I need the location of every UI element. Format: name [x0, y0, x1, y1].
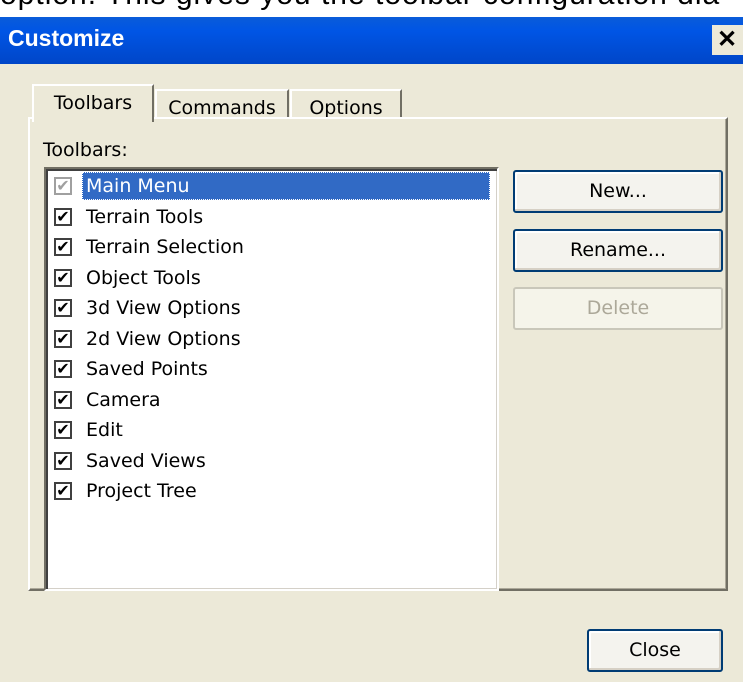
checkbox[interactable]: ✔ — [54, 208, 72, 226]
list-item-label: Project Tree — [86, 480, 197, 502]
list-item-label: Object Tools — [86, 267, 201, 289]
checkbox[interactable]: ✔ — [54, 299, 72, 317]
rename-button[interactable]: Rename... — [513, 229, 723, 272]
title-bar[interactable]: Customize ✕ — [0, 17, 743, 64]
checkbox[interactable]: ✔ — [54, 482, 72, 500]
list-item-label: Saved Views — [86, 450, 206, 472]
list-item[interactable]: ✔ Main Menu — [54, 171, 494, 201]
list-item[interactable]: ✔ Saved Points — [54, 354, 494, 384]
checkbox[interactable]: ✔ — [54, 360, 72, 378]
list-item[interactable]: ✔ Terrain Tools — [54, 202, 494, 232]
list-item-label: Camera — [86, 389, 161, 411]
checkbox[interactable]: ✔ — [54, 269, 72, 287]
list-item[interactable]: ✔ Edit — [54, 415, 494, 445]
checkbox[interactable]: ✔ — [54, 452, 72, 470]
list-item-label: Terrain Selection — [86, 236, 244, 258]
list-item-label: Edit — [86, 419, 123, 441]
checkbox[interactable]: ✔ — [54, 330, 72, 348]
close-icon[interactable]: ✕ — [712, 25, 743, 55]
list-item-label: 2d View Options — [86, 328, 241, 350]
list-item[interactable]: ✔ 2d View Options — [54, 324, 494, 354]
list-item[interactable]: ✔ Terrain Selection — [54, 232, 494, 262]
checkbox[interactable]: ✔ — [54, 238, 72, 256]
list-item[interactable]: ✔ Camera — [54, 385, 494, 415]
list-item[interactable]: ✔ Saved Views — [54, 446, 494, 476]
close-button[interactable]: Close — [587, 629, 723, 672]
checkbox[interactable]: ✔ — [54, 391, 72, 409]
list-item-label: Main Menu — [82, 172, 490, 200]
list-item-label: 3d View Options — [86, 297, 241, 319]
checkbox[interactable]: ✔ — [54, 421, 72, 439]
checkbox: ✔ — [54, 177, 72, 195]
list-item-label: Terrain Tools — [86, 206, 204, 228]
tab-toolbars[interactable]: Toolbars — [32, 84, 154, 122]
toolbars-list[interactable]: ✔ Main Menu ✔ Terrain Tools ✔ Terrain Se… — [44, 167, 499, 591]
list-item[interactable]: ✔ Project Tree — [54, 476, 494, 506]
toolbars-list-label: Toolbars: — [43, 139, 128, 161]
background-caption: option. This gives you the toolbar confi… — [0, 0, 743, 18]
list-item[interactable]: ✔ Object Tools — [54, 263, 494, 293]
dialog-title: Customize — [8, 25, 125, 51]
list-item-label: Saved Points — [86, 358, 208, 380]
new-button[interactable]: New... — [513, 170, 723, 213]
list-item[interactable]: ✔ 3d View Options — [54, 293, 494, 323]
delete-button: Delete — [513, 287, 723, 330]
